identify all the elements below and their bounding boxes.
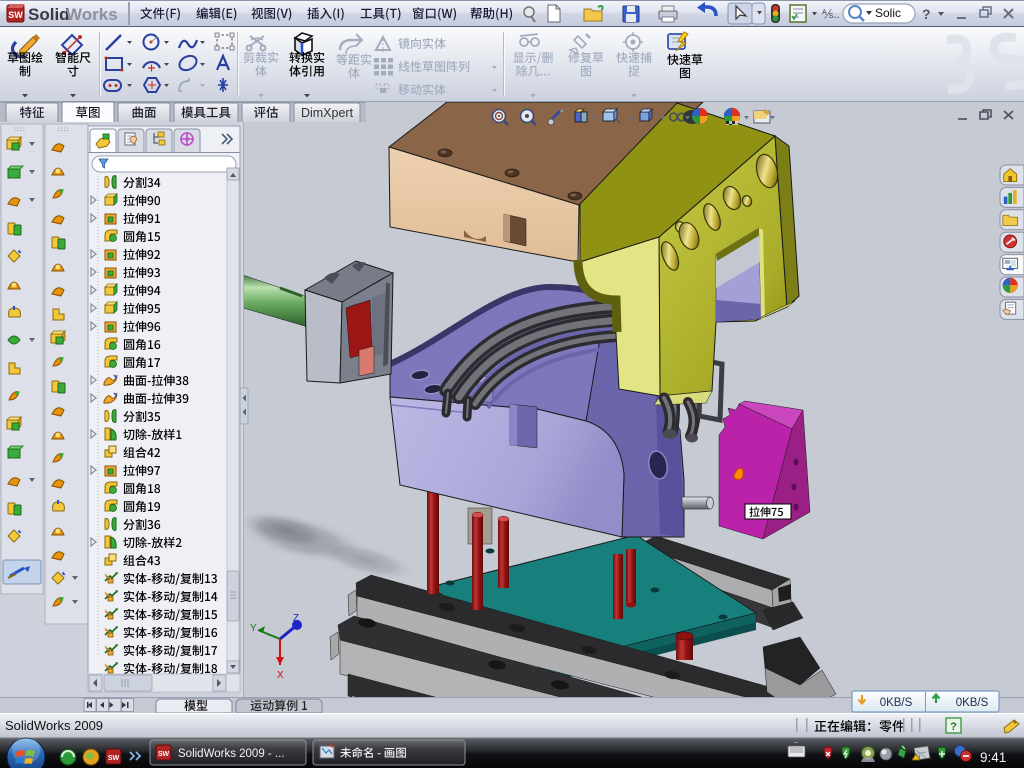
svg-text:Y: Y [250,623,257,634]
svg-text:~: ~ [794,740,798,747]
svg-text:0KB/S: 0KB/S [956,697,989,709]
svg-text:SW: SW [8,10,23,20]
svg-text:DimXpert: DimXpert [301,106,354,120]
svg-text:9:41: 9:41 [980,750,1006,765]
svg-text:Solic: Solic [875,6,901,20]
svg-text:SolidWorks 2009: SolidWorks 2009 [5,718,103,733]
svg-text:SolidWorks 2009 - ...: SolidWorks 2009 - ... [178,748,285,760]
svg-text:Solid: Solid [28,5,70,24]
svg-text:!: ! [919,755,920,761]
svg-text:SW: SW [158,751,170,758]
svg-text:SW: SW [108,755,120,762]
svg-text:Z: Z [293,613,299,624]
svg-text:X: X [277,670,284,681]
svg-text:Works: Works [66,5,118,24]
svg-text:0KB/S: 0KB/S [880,697,913,709]
svg-text:⅍..: ⅍.. [822,7,840,21]
svg-text:?: ? [950,721,957,733]
svg-text:?: ? [922,6,931,22]
